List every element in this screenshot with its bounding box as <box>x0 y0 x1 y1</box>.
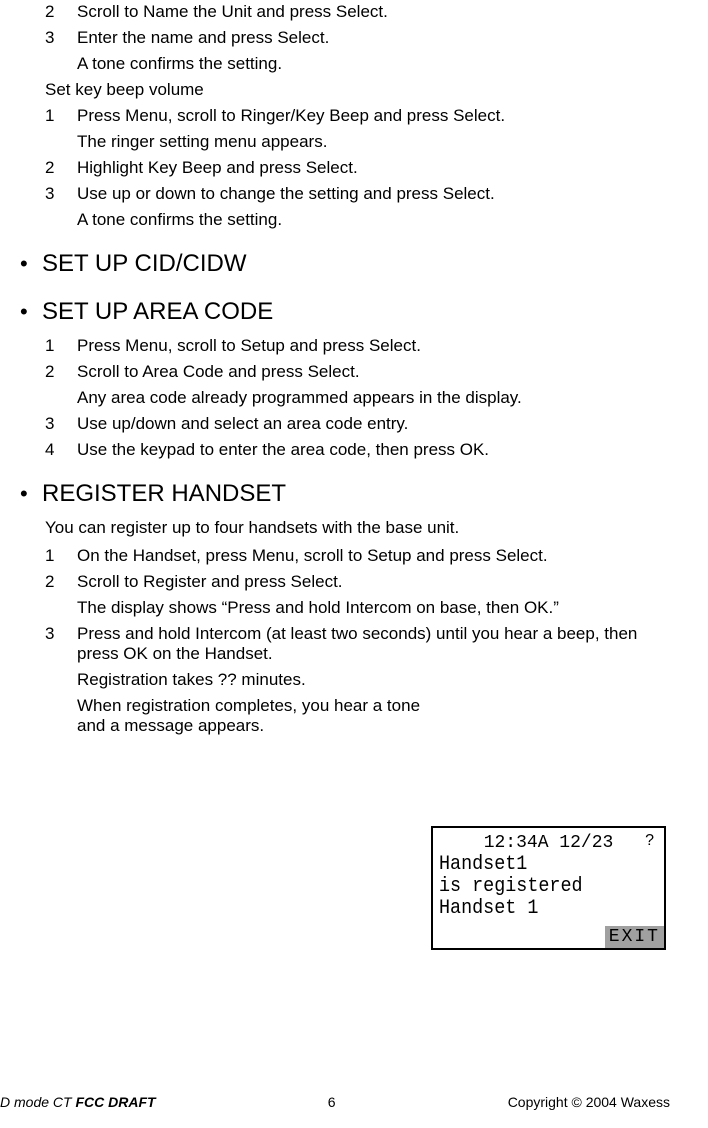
step-text: Scroll to Name the Unit and press Select… <box>77 2 670 22</box>
step-item: 2 Highlight Key Beep and press Select. <box>10 158 670 178</box>
step-item: 3 Use up or down to change the setting a… <box>10 184 670 204</box>
step-text: Enter the name and press Select. <box>77 28 670 48</box>
section-heading-cid: • SET UP CID/CIDW <box>10 250 670 278</box>
step-text: Highlight Key Beep and press Select. <box>77 158 670 178</box>
step-number: 2 <box>10 362 77 382</box>
step-number: 1 <box>10 106 77 126</box>
step-number: 3 <box>10 184 77 204</box>
section-title: SET UP CID/CIDW <box>42 250 246 278</box>
step-item: 2 Scroll to Name the Unit and press Sele… <box>10 2 670 22</box>
section-title: REGISTER HANDSET <box>42 480 286 508</box>
step-number: 1 <box>10 336 77 356</box>
lcd-line-1: Handset1 <box>439 854 640 876</box>
step-number: 2 <box>10 2 77 22</box>
step-note: A tone confirms the setting. <box>77 210 670 230</box>
lcd-question-icon: ? <box>645 830 654 852</box>
step-number: 3 <box>10 28 77 48</box>
page-content: 2 Scroll to Name the Unit and press Sele… <box>0 0 670 736</box>
step-number: 3 <box>10 624 77 664</box>
footer-copyright: Copyright © 2004 Waxess <box>508 1094 670 1110</box>
footer-left-plain: D mode CT <box>0 1094 75 1110</box>
step-number: 3 <box>10 414 77 434</box>
subheading-key-beep: Set key beep volume <box>45 80 670 100</box>
registration-complete-text: When registration completes, you hear a … <box>77 696 427 736</box>
step-item: 3 Use up/down and select an area code en… <box>10 414 670 434</box>
lcd-exit-softkey: EXIT <box>605 926 664 948</box>
step-note: Registration takes ?? minutes. <box>77 670 670 690</box>
section-intro: You can register up to four handsets wit… <box>45 518 670 538</box>
bullet-icon: • <box>10 481 42 507</box>
section-heading-area-code: • SET UP AREA CODE <box>10 298 670 326</box>
lcd-line-2: is registered <box>439 876 640 898</box>
step-text: Use up or down to change the setting and… <box>77 184 670 204</box>
lcd-display: 12:34A 12/23 ? Handset1 is registered Ha… <box>431 826 666 950</box>
step-text: On the Handset, press Menu, scroll to Se… <box>77 546 670 566</box>
lcd-time: 12:34A 12/23 <box>484 832 614 854</box>
step-text: Scroll to Register and press Select. <box>77 572 670 592</box>
step-note: A tone confirms the setting. <box>77 54 670 74</box>
step-item: 1 Press Menu, scroll to Setup and press … <box>10 336 670 356</box>
step-item: 1 Press Menu, scroll to Ringer/Key Beep … <box>10 106 670 126</box>
step-text: Press Menu, scroll to Ringer/Key Beep an… <box>77 106 670 126</box>
footer-left: D mode CT FCC DRAFT <box>0 1094 156 1110</box>
step-item: 2 Scroll to Area Code and press Select. <box>10 362 670 382</box>
step-item: 1 On the Handset, press Menu, scroll to … <box>10 546 670 566</box>
section-heading-register: • REGISTER HANDSET <box>10 480 670 508</box>
step-item: 4 Use the keypad to enter the area code,… <box>10 440 670 460</box>
step-item: 3 Enter the name and press Select. <box>10 28 670 48</box>
step-number: 2 <box>10 158 77 178</box>
bullet-icon: • <box>10 251 42 277</box>
lcd-line-3: Handset 1 <box>439 898 640 920</box>
step-number: 1 <box>10 546 77 566</box>
step-item: 2 Scroll to Register and press Select. <box>10 572 670 592</box>
step-item: 3 Press and hold Intercom (at least two … <box>10 624 670 664</box>
step-text: Press and hold Intercom (at least two se… <box>77 624 670 664</box>
step-note: The display shows “Press and hold Interc… <box>77 598 670 618</box>
step-number: 4 <box>10 440 77 460</box>
page-footer: D mode CT FCC DRAFT 6 Copyright © 2004 W… <box>0 1094 708 1110</box>
step-text: Use up/down and select an area code entr… <box>77 414 670 434</box>
footer-page-number: 6 <box>328 1094 336 1110</box>
bullet-icon: • <box>10 299 42 325</box>
step-text: Scroll to Area Code and press Select. <box>77 362 670 382</box>
step-number: 2 <box>10 572 77 592</box>
step-text: Press Menu, scroll to Setup and press Se… <box>77 336 670 356</box>
step-text: Use the keypad to enter the area code, t… <box>77 440 670 460</box>
footer-left-bold: FCC DRAFT <box>75 1094 155 1110</box>
section-title: SET UP AREA CODE <box>42 298 273 326</box>
step-note: The ringer setting menu appears. <box>77 132 670 152</box>
step-note: Any area code already programmed appears… <box>77 388 670 408</box>
